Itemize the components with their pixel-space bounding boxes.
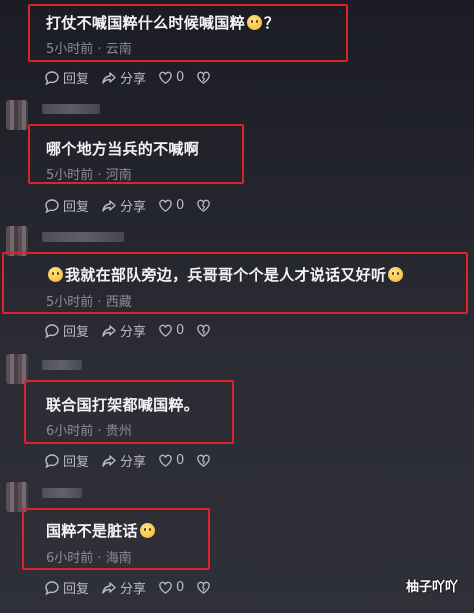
comment-actions: 回复 分享 0 [44, 68, 223, 87]
dislike-icon [197, 324, 211, 337]
avatar[interactable] [6, 100, 28, 130]
like-button[interactable]: 0 [158, 70, 184, 85]
heart-icon [159, 324, 172, 337]
username[interactable] [42, 360, 82, 370]
dislike-icon [197, 199, 211, 212]
heart-icon [159, 581, 172, 594]
reply-button[interactable]: 回复 [44, 321, 89, 340]
share-button[interactable]: 分享 [101, 196, 146, 215]
share-icon [102, 199, 116, 212]
comment-actions: 回复 分享 0 [44, 451, 223, 470]
dislike-icon [197, 454, 211, 467]
dislike-button[interactable] [196, 580, 211, 595]
comment-meta: 5小时前 · 云南 [46, 42, 132, 57]
reply-button[interactable]: 回复 [44, 578, 89, 597]
share-button[interactable]: 分享 [101, 321, 146, 340]
comment-text[interactable]: 联合国打架都喊国粹。 [46, 394, 199, 415]
comment-icon [45, 453, 59, 468]
comment-icon [45, 580, 59, 595]
comment-text[interactable]: 哪个地方当兵的不喊啊 [46, 138, 199, 159]
username[interactable] [42, 104, 100, 114]
like-button[interactable]: 0 [158, 580, 184, 595]
share-button[interactable]: 分享 [101, 68, 146, 87]
share-icon [102, 71, 116, 84]
comment-text[interactable]: 打仗不喊国粹什么时候喊国粹？ [46, 12, 279, 33]
emoji-icon [48, 267, 63, 282]
heart-icon [159, 71, 172, 84]
like-button[interactable]: 0 [158, 198, 184, 213]
comment-meta: 5小时前 · 西藏 [46, 295, 132, 310]
reply-button[interactable]: 回复 [44, 451, 89, 470]
username[interactable] [42, 232, 124, 242]
comment-meta: 6小时前 · 海南 [46, 551, 132, 566]
share-icon [102, 581, 116, 594]
comment-icon [45, 70, 59, 85]
share-button[interactable]: 分享 [101, 451, 146, 470]
dislike-button[interactable] [196, 453, 211, 468]
username[interactable] [42, 488, 82, 498]
like-button[interactable]: 0 [158, 323, 184, 338]
comment-icon [45, 323, 59, 338]
comment-actions: 回复 分享 0 [44, 196, 223, 215]
comment-icon [45, 198, 59, 213]
dislike-icon [197, 71, 211, 84]
dislike-button[interactable] [196, 323, 211, 338]
dislike-button[interactable] [196, 70, 211, 85]
heart-icon [159, 454, 172, 467]
comment-actions: 回复 分享 0 [44, 321, 223, 340]
like-button[interactable]: 0 [158, 453, 184, 468]
share-icon [102, 454, 116, 467]
comment-meta: 5小时前 · 河南 [46, 168, 132, 183]
share-button[interactable]: 分享 [101, 578, 146, 597]
dislike-button[interactable] [196, 198, 211, 213]
reply-button[interactable]: 回复 [44, 196, 89, 215]
dislike-icon [197, 581, 211, 594]
reply-button[interactable]: 回复 [44, 68, 89, 87]
emoji-icon [388, 267, 404, 282]
comment-meta: 6小时前 · 贵州 [46, 424, 132, 439]
comment-text[interactable]: 我就在部队旁边，兵哥哥个个是人才说话又好听 [46, 264, 405, 285]
comment-actions: 回复 分享 0 [44, 578, 223, 597]
comment-text[interactable]: 国粹不是脏话 [46, 520, 157, 541]
share-icon [102, 324, 116, 337]
heart-icon [159, 199, 172, 212]
emoji-icon [246, 15, 262, 30]
emoji-icon [139, 523, 155, 538]
watermark: 柚子吖吖 [405, 580, 458, 595]
